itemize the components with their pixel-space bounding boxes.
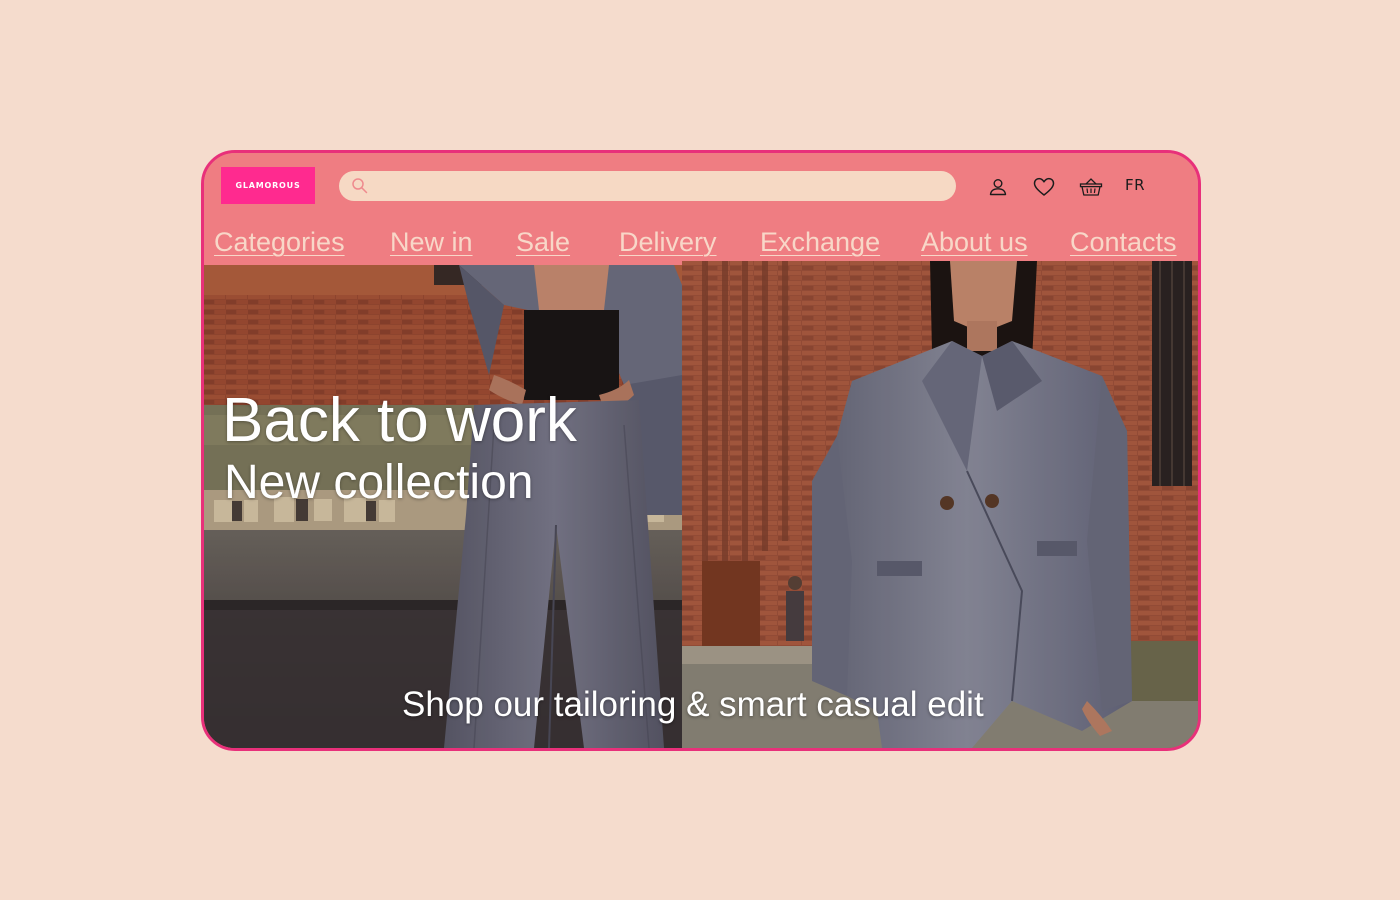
heart-icon[interactable]: [1032, 175, 1056, 199]
brand-logo-text: GLAMOROUS: [235, 181, 301, 190]
basket-icon[interactable]: [1079, 175, 1103, 199]
search-icon: [351, 177, 369, 195]
nav-item-about-us[interactable]: About us: [921, 227, 1028, 258]
hero-banner[interactable]: Back to work New collection Shop our tai…: [204, 261, 1198, 748]
search-input[interactable]: [377, 171, 941, 203]
account-icon[interactable]: [986, 175, 1010, 199]
nav-item-categories[interactable]: Categories: [214, 227, 345, 258]
hero-photo-right: [682, 261, 1198, 748]
site-header: GLAMOROUS FR Categories New in Sale Deli…: [204, 153, 1198, 265]
brand-logo[interactable]: GLAMOROUS: [221, 167, 315, 204]
main-nav: Categories New in Sale Delivery Exchange…: [204, 223, 1198, 263]
app-window: GLAMOROUS FR Categories New in Sale Deli…: [201, 150, 1201, 751]
hero-cta-link[interactable]: Shop our tailoring & smart casual edit: [402, 685, 984, 725]
nav-item-new-in[interactable]: New in: [390, 227, 473, 258]
nav-item-exchange[interactable]: Exchange: [760, 227, 880, 258]
search-bar[interactable]: [339, 171, 956, 203]
nav-item-delivery[interactable]: Delivery: [619, 227, 717, 258]
nav-item-contacts[interactable]: Contacts: [1070, 227, 1177, 258]
hero-title: Back to work: [222, 386, 577, 455]
hero-subtitle: New collection: [224, 456, 534, 509]
language-switch[interactable]: FR: [1125, 176, 1145, 194]
nav-item-sale[interactable]: Sale: [516, 227, 570, 258]
